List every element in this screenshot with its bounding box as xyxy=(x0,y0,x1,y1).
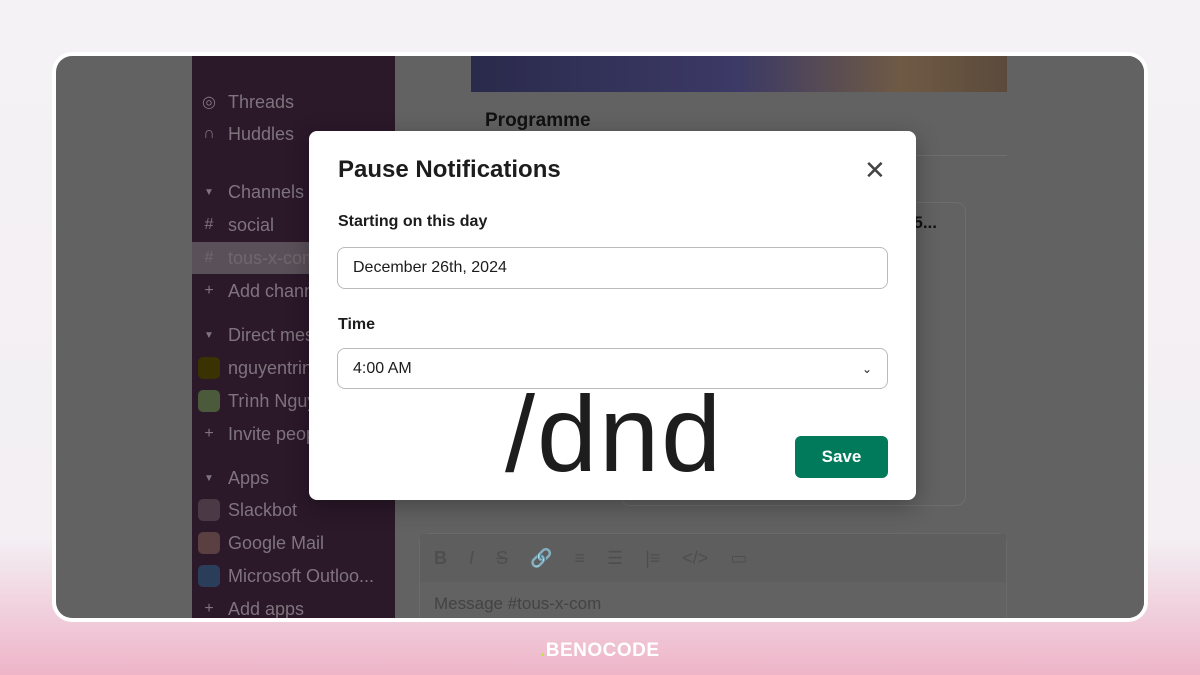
message-input[interactable]: Message #tous-x-com xyxy=(420,582,1006,618)
headphones-icon: ∩ xyxy=(203,125,215,142)
threads-icon: ◎ xyxy=(202,94,216,111)
caret-down-icon: ▼ xyxy=(204,186,214,198)
sidebar-item-google-mail[interactable]: Google Mail xyxy=(192,527,395,559)
slackbot-icon xyxy=(198,499,220,521)
hash-icon: # xyxy=(204,216,214,233)
link-icon[interactable]: 🔗 xyxy=(530,548,552,569)
code-block-icon[interactable]: ▭ xyxy=(730,548,747,569)
sidebar-item-add-apps[interactable]: + Add apps xyxy=(192,593,395,619)
strikethrough-icon[interactable]: S xyxy=(496,548,508,569)
gmail-icon xyxy=(198,532,220,554)
time-label: Time xyxy=(338,316,376,333)
hash-icon: # xyxy=(204,249,214,266)
sidebar-item-outlook[interactable]: Microsoft Outloo... xyxy=(192,560,395,592)
blockquote-icon[interactable]: |≡ xyxy=(645,548,660,569)
caret-down-icon: ▼ xyxy=(204,472,214,484)
avatar xyxy=(198,357,220,379)
avatar xyxy=(198,390,220,412)
dnd-overlay-text: /dnd xyxy=(505,373,724,494)
save-button[interactable]: Save xyxy=(795,436,888,478)
date-label: Starting on this day xyxy=(338,213,488,230)
plus-icon: + xyxy=(204,600,214,617)
code-icon[interactable]: </> xyxy=(682,548,708,569)
ordered-list-icon[interactable]: ≡ xyxy=(574,548,585,569)
outlook-icon xyxy=(198,565,220,587)
caret-down-icon: ▼ xyxy=(204,329,214,341)
sidebar-item-threads[interactable]: ◎ Threads xyxy=(192,86,395,118)
bold-icon[interactable]: B xyxy=(434,548,447,569)
bullet-list-icon[interactable]: ☰ xyxy=(607,548,623,569)
chevron-down-icon: ⌄ xyxy=(861,361,872,376)
formatting-toolbar: B I S 🔗 ≡ ☰ |≡ </> ▭ xyxy=(420,534,1006,582)
italic-icon[interactable]: I xyxy=(469,548,474,569)
dialog-title: Pause Notifications xyxy=(338,156,561,183)
card-snippet: 5... xyxy=(913,213,937,232)
pause-notifications-dialog: Pause Notifications ✕ Starting on this d… xyxy=(309,131,916,500)
message-composer[interactable]: B I S 🔗 ≡ ☰ |≡ </> ▭ Message #tous-x-com xyxy=(419,533,1007,618)
banner-image xyxy=(471,56,1007,92)
plus-icon: + xyxy=(204,425,214,442)
plus-icon: + xyxy=(204,282,214,299)
benocode-logo: .BENOCODE xyxy=(540,640,660,661)
close-icon[interactable]: ✕ xyxy=(864,157,886,183)
date-input[interactable]: December 26th, 2024 xyxy=(337,247,888,289)
